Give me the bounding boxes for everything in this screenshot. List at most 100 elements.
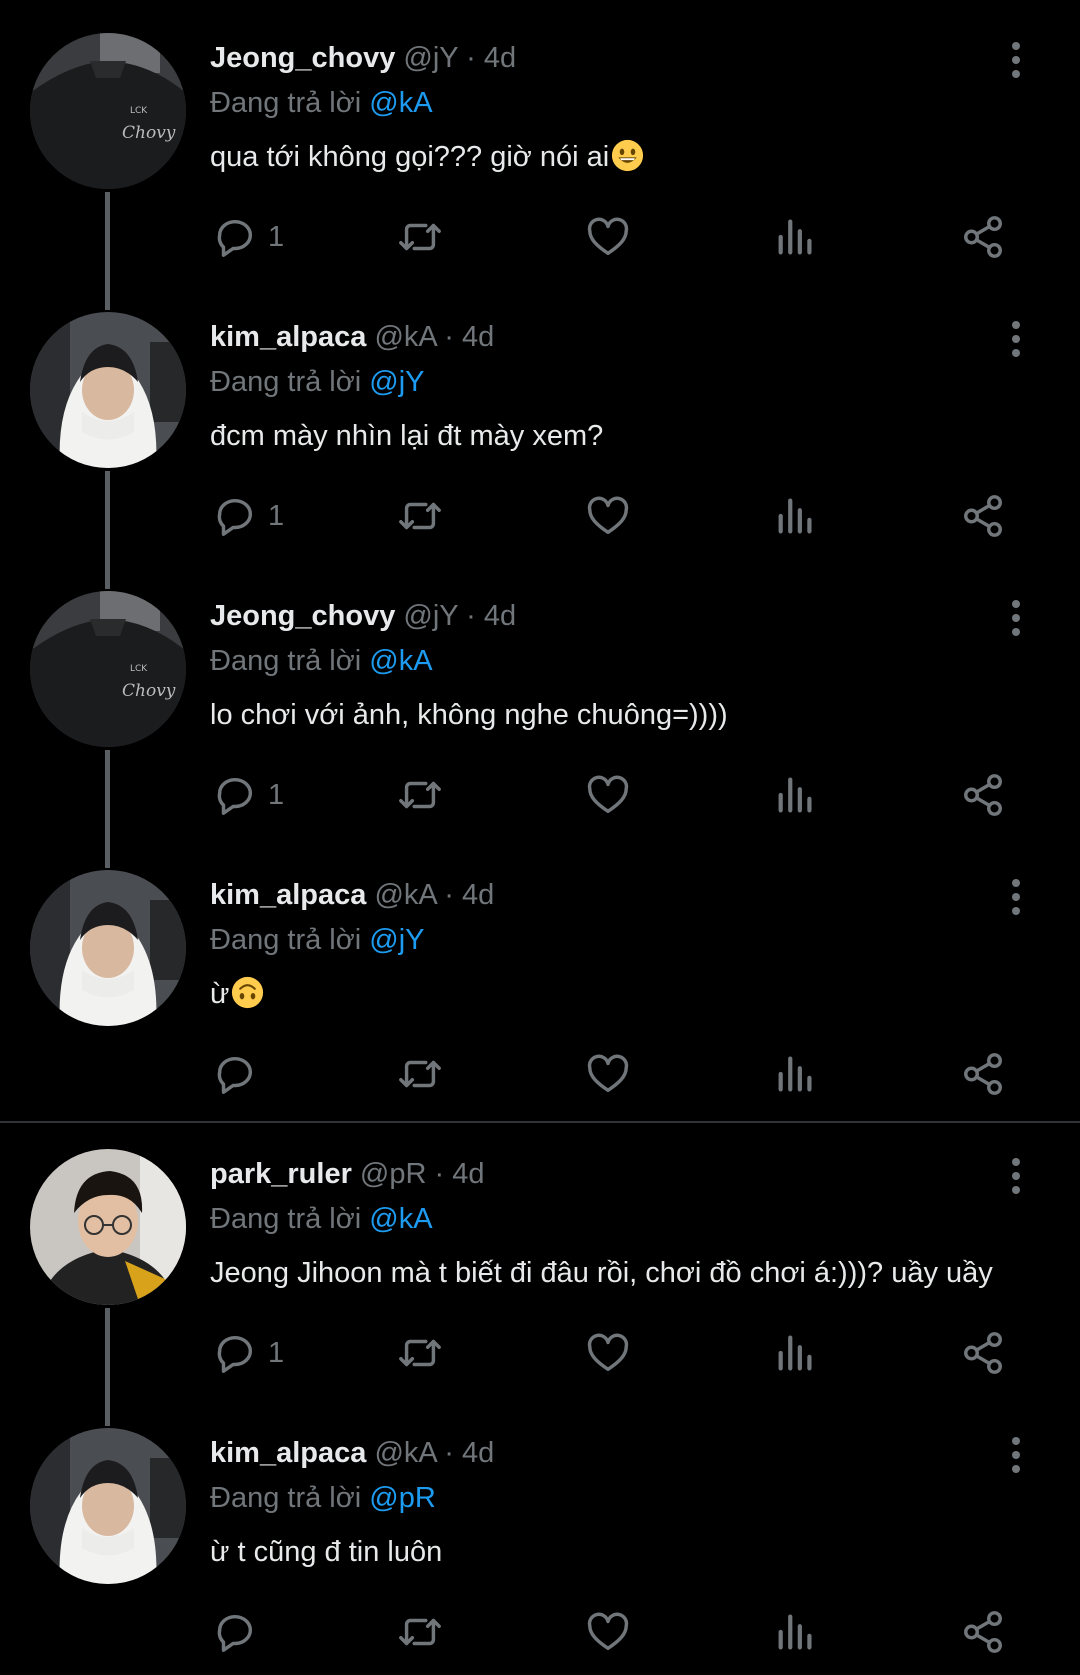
tweet[interactable]: kim_alpaca @kA · 4d Đang trả lời @jY ừ bbox=[0, 837, 1080, 1116]
handle[interactable]: @jY bbox=[403, 42, 458, 74]
tweet[interactable]: LCK Chovy Jeong_chovy @jY · 4d Đang trả … bbox=[0, 0, 1080, 310]
timestamp[interactable]: 4d bbox=[462, 1437, 494, 1469]
timestamp[interactable]: 4d bbox=[484, 42, 516, 74]
like-button[interactable] bbox=[585, 489, 631, 543]
more-options-icon[interactable] bbox=[998, 1154, 1034, 1198]
heart-icon bbox=[587, 217, 629, 256]
reply-mention[interactable]: @jY bbox=[369, 366, 424, 398]
reply-bubble-icon bbox=[217, 1614, 253, 1652]
share-icon bbox=[964, 495, 1002, 537]
share-icon bbox=[964, 1053, 1002, 1095]
share-button[interactable] bbox=[960, 1605, 1006, 1659]
reply-button[interactable]: 1 bbox=[212, 768, 284, 822]
more-options-icon[interactable] bbox=[998, 875, 1034, 919]
tweet[interactable]: LCK Chovy Jeong_chovy @jY · 4d Đang trả … bbox=[0, 558, 1080, 868]
views-button[interactable] bbox=[773, 768, 819, 822]
retweet-button[interactable] bbox=[397, 489, 443, 543]
like-button[interactable] bbox=[585, 1605, 631, 1659]
share-button[interactable] bbox=[960, 768, 1006, 822]
avatar-image bbox=[30, 1428, 186, 1584]
reply-mention[interactable]: @kA bbox=[369, 87, 432, 119]
avatar[interactable] bbox=[30, 1428, 186, 1584]
handle[interactable]: @kA bbox=[374, 321, 436, 353]
reply-bubble-icon bbox=[217, 498, 253, 536]
reply-button[interactable] bbox=[212, 1047, 268, 1101]
display-name[interactable]: kim_alpaca bbox=[210, 321, 366, 353]
retweet-button[interactable] bbox=[397, 1605, 443, 1659]
share-button[interactable] bbox=[960, 489, 1006, 543]
like-button[interactable] bbox=[585, 210, 631, 264]
reply-button[interactable]: 1 bbox=[212, 1326, 284, 1380]
timestamp[interactable]: 4d bbox=[452, 1158, 484, 1190]
retweet-icon bbox=[399, 1618, 441, 1646]
tweet-text-content: qua tới không gọi??? giờ nói ai bbox=[210, 141, 610, 173]
more-options-icon[interactable] bbox=[998, 1433, 1034, 1477]
more-options-icon[interactable] bbox=[998, 596, 1034, 640]
share-button[interactable] bbox=[960, 1047, 1006, 1101]
retweet-button[interactable] bbox=[397, 768, 443, 822]
tweet-header: park_ruler @pR · 4d bbox=[210, 1156, 485, 1192]
reply-mention[interactable]: @jY bbox=[369, 924, 424, 956]
tweet-header: kim_alpaca @kA · 4d bbox=[210, 319, 494, 355]
avatar[interactable]: LCK Chovy bbox=[30, 591, 186, 747]
heart-icon bbox=[587, 496, 629, 535]
retweet-button[interactable] bbox=[397, 1047, 443, 1101]
svg-text:Chovy: Chovy bbox=[122, 681, 176, 701]
handle[interactable]: @kA bbox=[374, 879, 436, 911]
avatar[interactable]: LCK Chovy bbox=[30, 33, 186, 189]
tweet[interactable]: kim_alpaca @kA · 4d Đang trả lời @pR ừ t… bbox=[0, 1395, 1080, 1674]
avatar[interactable] bbox=[30, 1149, 186, 1305]
reply-button[interactable]: 1 bbox=[212, 210, 284, 264]
share-button[interactable] bbox=[960, 210, 1006, 264]
display-name[interactable]: kim_alpaca bbox=[210, 1437, 366, 1469]
tweet[interactable]: park_ruler @pR · 4d Đang trả lời @kA Jeo… bbox=[0, 1116, 1080, 1426]
replying-to-label: Đang trả lời bbox=[210, 1482, 362, 1514]
views-button[interactable] bbox=[773, 1605, 819, 1659]
tweet-text: ừ bbox=[210, 975, 264, 1013]
like-button[interactable] bbox=[585, 1047, 631, 1101]
share-icon bbox=[964, 1611, 1002, 1653]
views-button[interactable] bbox=[773, 1047, 819, 1101]
display-name[interactable]: Jeong_chovy bbox=[210, 600, 395, 632]
display-name[interactable]: Jeong_chovy bbox=[210, 42, 395, 74]
tweet-header: kim_alpaca @kA · 4d bbox=[210, 877, 494, 913]
avatar-image bbox=[30, 1149, 186, 1305]
views-button[interactable] bbox=[773, 489, 819, 543]
reply-mention[interactable]: @kA bbox=[369, 645, 432, 677]
views-button[interactable] bbox=[773, 210, 819, 264]
retweet-button[interactable] bbox=[397, 210, 443, 264]
retweet-button[interactable] bbox=[397, 1326, 443, 1380]
like-button[interactable] bbox=[585, 1326, 631, 1380]
reply-button[interactable] bbox=[212, 1605, 268, 1659]
timestamp[interactable]: 4d bbox=[462, 879, 494, 911]
reply-mention[interactable]: @pR bbox=[369, 1482, 436, 1514]
timestamp[interactable]: 4d bbox=[462, 321, 494, 353]
share-icon bbox=[964, 1332, 1002, 1374]
replying-to-label: Đang trả lời bbox=[210, 645, 362, 677]
handle[interactable]: @jY bbox=[403, 600, 458, 632]
action-bar: 1 bbox=[0, 768, 1080, 822]
like-button[interactable] bbox=[585, 768, 631, 822]
more-options-icon[interactable] bbox=[998, 38, 1034, 82]
svg-text:LCK: LCK bbox=[130, 664, 148, 674]
avatar[interactable] bbox=[30, 312, 186, 468]
more-options-icon[interactable] bbox=[998, 317, 1034, 361]
handle[interactable]: @kA bbox=[374, 1437, 436, 1469]
display-name[interactable]: kim_alpaca bbox=[210, 879, 366, 911]
display-name[interactable]: park_ruler bbox=[210, 1158, 352, 1190]
timestamp[interactable]: 4d bbox=[484, 600, 516, 632]
views-button[interactable] bbox=[773, 1326, 819, 1380]
reply-count: 1 bbox=[268, 499, 285, 532]
tweet[interactable]: kim_alpaca @kA · 4d Đang trả lời @jY đcm… bbox=[0, 279, 1080, 589]
handle[interactable]: @pR bbox=[360, 1158, 427, 1190]
retweet-icon bbox=[399, 781, 441, 809]
share-button[interactable] bbox=[960, 1326, 1006, 1380]
reply-mention[interactable]: @kA bbox=[369, 1203, 432, 1235]
tweet-text-content: ừ t cũng đ tin luôn bbox=[210, 1536, 443, 1568]
heart-icon bbox=[587, 1612, 629, 1651]
reply-button[interactable]: 1 bbox=[212, 489, 284, 543]
tweet-header: Jeong_chovy @jY · 4d bbox=[210, 40, 516, 76]
avatar[interactable] bbox=[30, 870, 186, 1026]
retweet-icon bbox=[399, 223, 441, 251]
svg-text:Chovy: Chovy bbox=[122, 123, 176, 143]
